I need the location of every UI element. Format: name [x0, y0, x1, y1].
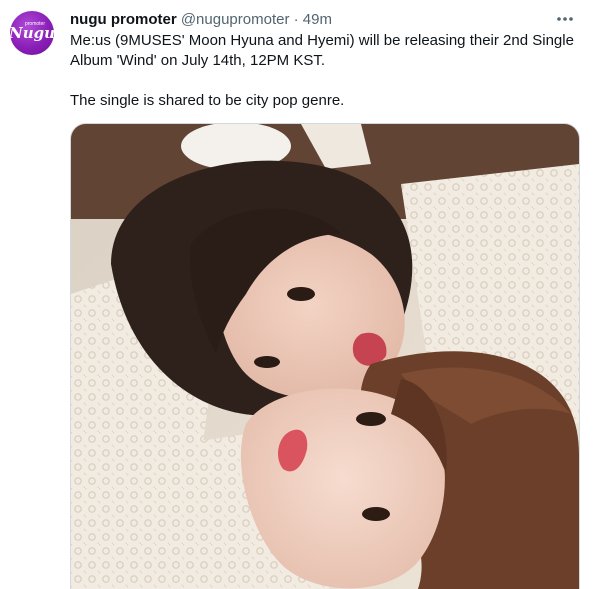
photo-illustration — [71, 124, 579, 589]
tweet-text-paragraph-2: The single is shared to be city pop genr… — [70, 92, 345, 109]
avatar[interactable]: Nugu promoter — [10, 11, 54, 55]
author-display-name[interactable]: nugu promoter — [70, 11, 177, 28]
author-handle[interactable]: @nugupromoter — [181, 11, 290, 28]
avatar-logo-subtext: promoter — [25, 21, 45, 27]
tweet-photo[interactable] — [70, 123, 580, 589]
tweet-text-paragraph-1: Me:us (9MUSES' Moon Hyuna and Hyemi) wil… — [70, 32, 574, 69]
header-separator: · — [293, 11, 299, 28]
tweet-card[interactable]: Nugu promoter nugu promoter @nugupromote… — [0, 0, 596, 589]
tweet-timestamp[interactable]: 49m — [303, 11, 332, 28]
tweet-header: nugu promoter @nugupromoter · 49m — [70, 10, 332, 30]
tweet-text: Me:us (9MUSES' Moon Hyuna and Hyemi) wil… — [70, 31, 580, 111]
nugu-promoter-logo-icon: Nugu promoter — [10, 21, 54, 42]
more-horizontal-icon — [557, 17, 573, 21]
more-options-button[interactable] — [552, 8, 578, 30]
